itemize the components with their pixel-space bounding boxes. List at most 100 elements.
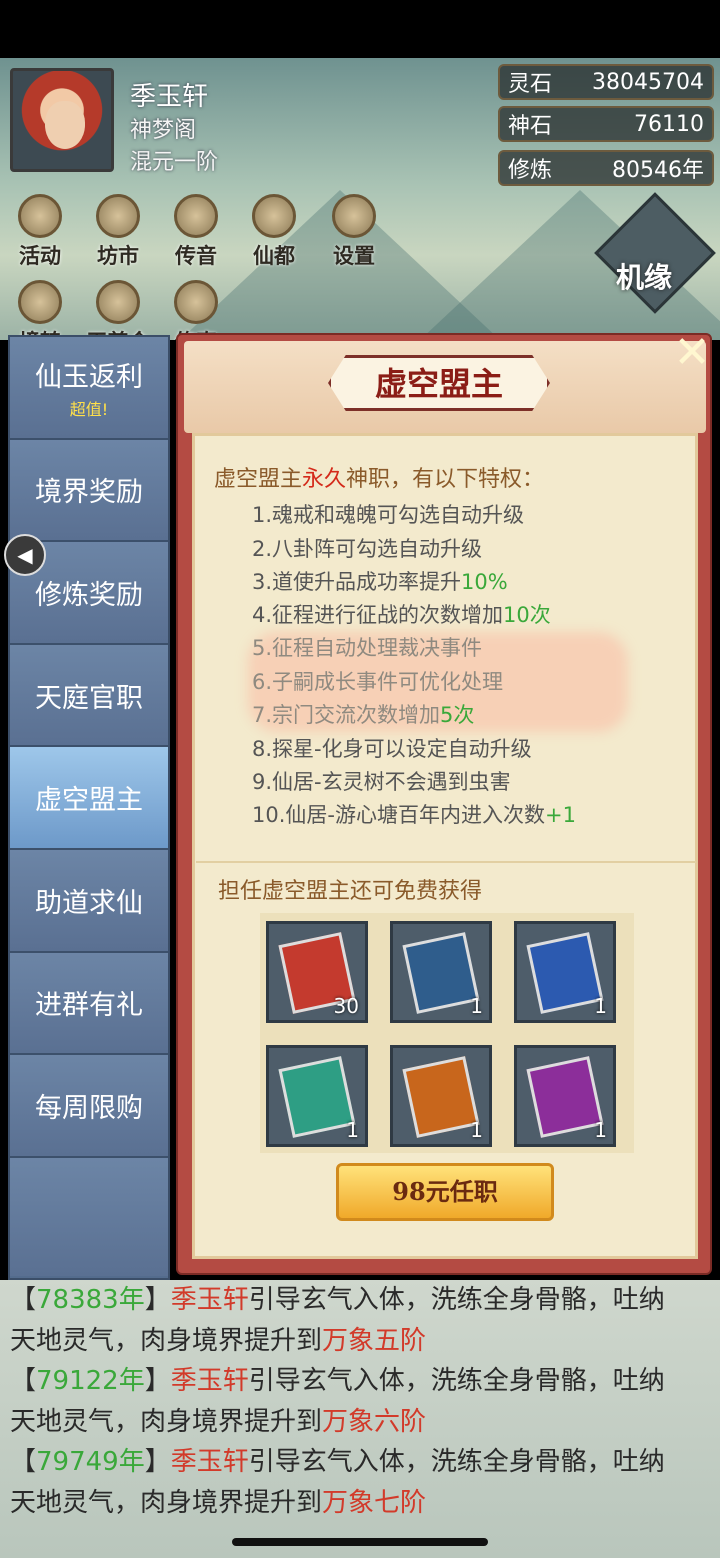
- item-count: 1: [470, 994, 483, 1018]
- reward-item[interactable]: 30: [266, 921, 368, 1023]
- panel-text-layer: 虚空盟主永久神职，有以下特权： 1.魂戒和魂魄可勾选自动升级 2.八卦阵可勾选自…: [176, 333, 712, 1275]
- stat-label: 修炼: [508, 158, 553, 183]
- intro-permanent: 永久: [302, 467, 347, 492]
- perk-text: 6.子嗣成长事件可优化处理: [252, 670, 504, 694]
- perk-text: 7.宗门交流次数增加: [252, 703, 441, 727]
- log-text: 引导玄气入体，洗练全身骨骼，吐纳: [248, 1366, 665, 1396]
- log-name: 季玉轩: [170, 1285, 249, 1315]
- log-text: 天地灵气，肉身境界提升到: [10, 1406, 323, 1437]
- sidebar-item-heaven-post[interactable]: 天庭官职: [10, 644, 168, 748]
- intro-title: 虚空盟主: [214, 467, 303, 492]
- log-name: 季玉轩: [170, 1366, 249, 1396]
- perk-item: 5.征程自动处理裁决事件: [252, 632, 482, 662]
- reward-item[interactable]: 1: [514, 921, 616, 1023]
- face: [45, 101, 85, 149]
- sidebar-item-label: 境界奖励: [35, 477, 143, 509]
- sidebar-item-void-lord[interactable]: 虚空盟主: [10, 747, 168, 850]
- realm-transfer-button[interactable]: 境转: [4, 280, 76, 340]
- log-year: 78383年: [36, 1285, 145, 1315]
- log-text: 天地灵气，肉身境界提升到: [10, 1325, 323, 1356]
- log-line: 【79749年】季玉轩引导玄气入体，洗练全身骨骼，吐纳: [10, 1447, 665, 1477]
- avatar[interactable]: [10, 68, 114, 172]
- market-button[interactable]: 坊市: [82, 194, 154, 270]
- player-rank: 混元一阶: [130, 150, 219, 175]
- sidebar-item-label: 修炼奖励: [35, 579, 143, 611]
- log-year: 79749年: [36, 1447, 145, 1477]
- cultivate-button[interactable]: 修真: [160, 280, 232, 340]
- perk-text: 4.征程进行征战的次数增加: [252, 603, 504, 627]
- sidebar-item-label: 每周限购: [35, 1092, 143, 1124]
- reward-item[interactable]: 1: [390, 921, 492, 1023]
- log-name: 季玉轩: [170, 1447, 249, 1477]
- perk-item: 8.探星-化身可以设定自动升级: [252, 733, 532, 763]
- icon-label: 传音: [175, 244, 217, 268]
- purchase-button[interactable]: 98元任职: [336, 1163, 554, 1221]
- item-count: 1: [594, 994, 607, 1018]
- envelope-icon: [174, 194, 218, 238]
- gear-icon: [332, 194, 376, 238]
- player-sect: 神梦阁: [130, 118, 197, 143]
- message-button[interactable]: 传音: [160, 194, 232, 270]
- sidebar-filler: [10, 1157, 168, 1276]
- perk-text: 1.魂戒和魂魄可勾选自动升级: [252, 503, 525, 527]
- perk-text: 2.八卦阵可勾选自动升级: [252, 537, 483, 561]
- sidebar-item-weekly-limit[interactable]: 每周限购: [10, 1055, 168, 1158]
- privilege-intro: 虚空盟主永久神职，有以下特权：: [214, 461, 544, 493]
- reward-item[interactable]: 1: [514, 1045, 616, 1147]
- capital-button[interactable]: 仙都: [238, 194, 310, 270]
- sidebar-item-label: 虚空盟主: [35, 785, 143, 817]
- sidebar-item-seek-immortal[interactable]: 助道求仙: [10, 849, 168, 953]
- perk-highlight: 10%: [461, 570, 508, 594]
- pavilion-icon: [252, 194, 296, 238]
- free-rewards-label: 担任虚空盟主还可免费获得: [218, 879, 483, 904]
- reward-item[interactable]: 1: [390, 1045, 492, 1147]
- item-count: 1: [594, 1118, 607, 1142]
- home-indicator[interactable]: [232, 1538, 488, 1546]
- icon-label: 坊市: [97, 244, 139, 268]
- sidebar-item-realm-reward[interactable]: 境界奖励: [10, 439, 168, 543]
- perk-item: 7.宗门交流次数增加5次: [252, 699, 474, 729]
- intro-suffix: 神职，有以下特权：: [346, 467, 545, 492]
- perk-highlight: 10次: [503, 603, 551, 627]
- perk-item: 2.八卦阵可勾选自动升级: [252, 533, 482, 563]
- token-icon: [96, 280, 140, 324]
- gourd-icon: [174, 280, 218, 324]
- book-icon: [278, 1056, 356, 1138]
- log-line: 【79122年】季玉轩引导玄气入体，洗练全身骨骼，吐纳: [10, 1366, 665, 1396]
- stat-lingshi: 灵石 38045704: [498, 64, 714, 100]
- log-line: 天地灵气，肉身境界提升到万象五阶: [10, 1321, 710, 1362]
- log-line: 【78383年】季玉轩引导玄气入体，洗练全身骨骼，吐纳: [10, 1285, 665, 1315]
- stat-xiulian: 修炼 80546年: [498, 150, 714, 186]
- book-icon: [402, 1056, 480, 1138]
- jiyuan-label: 机缘: [616, 261, 673, 294]
- log-level: 万象五阶: [322, 1325, 427, 1356]
- market-icon: [96, 194, 140, 238]
- value-badge: 超值!: [69, 399, 109, 419]
- scene-background: 季玉轩 神梦阁 混元一阶 灵石 38045704 神石 76110 修炼 805…: [0, 58, 720, 340]
- perk-item: 10.仙居-游心塘百年内进入次数+1: [252, 799, 576, 829]
- settings-button[interactable]: 设置: [318, 194, 390, 270]
- log-text: 引导玄气入体，洗练全身骨骼，吐纳: [248, 1285, 665, 1315]
- perk-text: 9.仙居-玄灵树不会遇到虫害: [252, 770, 511, 794]
- tianzun-button[interactable]: 天尊会: [82, 280, 154, 340]
- sidebar-item-rebate[interactable]: 仙玉返利 超值!: [10, 337, 168, 440]
- speaker-icon[interactable]: ◀: [4, 534, 46, 576]
- perk-text: 5.征程自动处理裁决事件: [252, 636, 483, 660]
- coin-icon: [18, 194, 62, 238]
- item-count: 1: [346, 1118, 359, 1142]
- sidebar-item-join-group[interactable]: 进群有礼: [10, 952, 168, 1056]
- activity-button[interactable]: 活动: [4, 194, 76, 270]
- stat-value: 80546年: [612, 158, 704, 183]
- reward-item[interactable]: 1: [266, 1045, 368, 1147]
- stat-label: 神石: [508, 114, 553, 139]
- perk-item: 3.道使升品成功率提升10%: [252, 566, 508, 596]
- perk-item: 6.子嗣成长事件可优化处理: [252, 666, 503, 696]
- log-line: 天地灵气，肉身境界提升到万象六阶: [10, 1402, 710, 1443]
- stat-shenshi: 神石 76110: [498, 106, 714, 142]
- log-level: 万象七阶: [322, 1487, 427, 1518]
- stat-label: 灵石: [508, 72, 553, 97]
- icon-label: 仙都: [253, 244, 295, 268]
- stat-value: 76110: [634, 111, 704, 137]
- sidebar: 仙玉返利 超值! 境界奖励 修炼奖励 天庭官职 虚空盟主 助道求仙 进群有礼 每…: [8, 335, 170, 1280]
- perk-highlight: 5次: [440, 703, 475, 727]
